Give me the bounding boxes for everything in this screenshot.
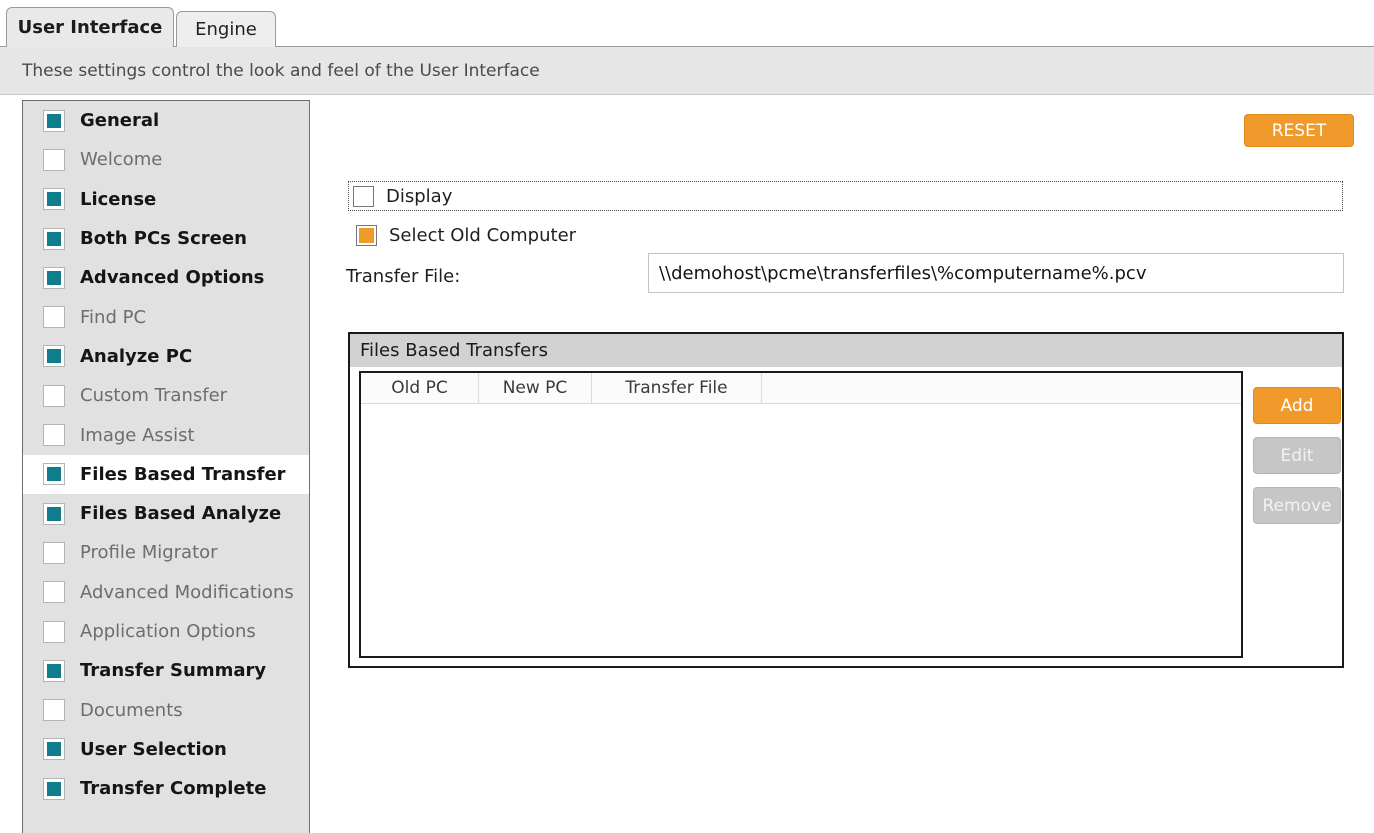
tab-user-interface-label: User Interface [17,17,163,38]
column-header-old-pc[interactable]: Old PC [361,373,479,403]
sidebar-item-label: Advanced Modifications [80,581,294,603]
transfers-listview[interactable]: Old PC New PC Transfer File [359,371,1243,658]
sidebar-item-label: Profile Migrator [80,542,218,564]
sidebar-item-user-selection[interactable]: User Selection [23,730,309,769]
groupbox-body: Old PC New PC Transfer File Add Edit Remove [350,367,1342,666]
sidebar-item-files-based-analyze[interactable]: Files Based Analyze [23,494,309,533]
sidebar-item-checkbox[interactable] [43,424,65,447]
column-header-new-pc[interactable]: New PC [479,373,592,403]
sidebar-item-checkbox[interactable] [43,345,65,368]
sidebar-item-checkbox[interactable] [43,227,65,250]
sidebar-item-find-pc[interactable]: Find PC [23,297,309,336]
sidebar-item-transfer-complete[interactable]: Transfer Complete [23,769,309,808]
sidebar-item-checkbox[interactable] [43,463,65,486]
transfers-action-buttons: Add Edit Remove [1253,387,1343,537]
sidebar-item-checkbox[interactable] [43,266,65,289]
sidebar-item-checkbox[interactable] [43,699,65,722]
column-header-transfer-file[interactable]: Transfer File [592,373,762,403]
sidebar-item-label: Advanced Options [80,267,265,289]
remove-button: Remove [1253,487,1341,524]
sidebar-item-checkbox[interactable] [43,502,65,525]
sidebar-item-label: User Selection [80,738,227,760]
tab-engine-label: Engine [195,19,257,40]
tab-engine[interactable]: Engine [176,11,276,47]
sidebar-item-checkbox[interactable] [43,738,65,761]
sidebar-item-label: Analyze PC [80,345,193,367]
sidebar-item-both-pcs-screen[interactable]: Both PCs Screen [23,219,309,258]
sidebar-item-label: Transfer Summary [80,660,267,682]
groupbox-title: Files Based Transfers [350,334,1342,367]
sidebar-item-checkbox[interactable] [43,620,65,643]
edit-button-label: Edit [1280,445,1314,466]
files-based-transfers-groupbox: Files Based Transfers Old PC New PC Transf… [348,332,1344,668]
sidebar-item-label: Documents [80,699,183,721]
transfer-file-label: Transfer File: [346,266,461,287]
sidebar-item-general[interactable]: General [23,101,309,140]
sidebar-item-image-assist[interactable]: Image Assist [23,415,309,454]
sidebar-item-documents[interactable]: Documents [23,690,309,729]
select-old-computer-checkbox[interactable] [356,224,377,246]
sidebar-item-checkbox[interactable] [43,541,65,564]
tab-strip: User Interface Engine [0,0,1374,47]
settings-window: User Interface Engine These settings con… [0,0,1374,833]
sidebar-item-application-options[interactable]: Application Options [23,612,309,651]
display-checkbox-row[interactable]: Display [348,181,1343,211]
sidebar-item-files-based-transfer[interactable]: Files Based Transfer [23,454,309,494]
sidebar-item-label: Welcome [80,149,163,171]
description-bar: These settings control the look and feel… [0,47,1374,95]
sidebar-item-label: Custom Transfer [80,385,228,407]
sidebar-item-checkbox[interactable] [43,659,65,682]
sidebar-item-custom-transfer[interactable]: Custom Transfer [23,376,309,415]
reset-button[interactable]: RESET [1244,114,1354,147]
remove-button-label: Remove [1262,495,1332,516]
sidebar-item-transfer-summary[interactable]: Transfer Summary [23,651,309,690]
sidebar-item-checkbox[interactable] [43,581,65,604]
display-checkbox-label: Display [386,185,453,207]
sidebar-item-advanced-modifications[interactable]: Advanced Modifications [23,573,309,612]
sidebar-item-label: Image Assist [80,424,195,446]
sidebar-item-checkbox[interactable] [43,188,65,211]
sidebar-item-label: Transfer Complete [80,778,267,800]
add-button-label: Add [1280,395,1314,416]
tab-user-interface[interactable]: User Interface [6,7,174,47]
sidebar-item-label: Both PCs Screen [80,228,247,250]
screens-sidebar-list[interactable]: General Welcome License Both PCs Screen Adva… [22,100,310,833]
sidebar-item-analyze-pc[interactable]: Analyze PC [23,337,309,376]
sidebar-item-checkbox[interactable] [43,777,65,800]
add-button[interactable]: Add [1253,387,1341,424]
sidebar-item-label: General [80,110,160,132]
transfers-listview-header: Old PC New PC Transfer File [361,373,1241,404]
sidebar-item-label: Application Options [80,621,256,642]
reset-button-label: RESET [1271,120,1327,141]
sidebar-item-advanced-options[interactable]: Advanced Options [23,258,309,297]
sidebar-item-checkbox[interactable] [43,384,65,407]
sidebar-item-checkbox[interactable] [43,306,65,329]
transfers-listview-body[interactable] [361,404,1241,656]
description-text: These settings control the look and feel… [22,60,540,81]
sidebar-item-label: Files Based Transfer [80,463,286,485]
sidebar-item-label: Find PC [80,306,147,328]
select-old-computer-row[interactable]: Select Old Computer [352,221,576,249]
sidebar-item-label: Files Based Analyze [80,503,282,525]
column-header-blank[interactable] [762,373,1241,403]
sidebar-item-checkbox[interactable] [43,109,65,132]
sidebar-item-checkbox[interactable] [43,148,65,171]
select-old-computer-label: Select Old Computer [389,224,577,246]
sidebar-item-welcome[interactable]: Welcome [23,140,309,179]
sidebar-item-label: License [80,188,157,210]
transfer-file-input[interactable]: \\demohost\pcme\transferfiles\%computern… [648,253,1344,293]
sidebar-item-license[interactable]: License [23,180,309,219]
settings-panel: RESET Display Select Old Computer Transf… [310,96,1374,833]
edit-button: Edit [1253,437,1341,474]
display-checkbox[interactable] [353,185,374,207]
sidebar-item-profile-migrator[interactable]: Profile Migrator [23,533,309,572]
